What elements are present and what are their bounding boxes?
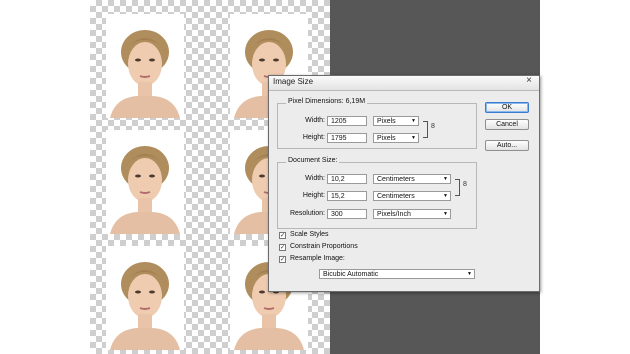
checkmark-icon: ✓: [280, 257, 286, 263]
doc-height-unit-select[interactable]: Centimeters ▼: [373, 191, 451, 201]
portrait-photo: [106, 246, 184, 350]
chevron-down-icon: ▼: [443, 193, 448, 199]
portrait-photo: [106, 14, 184, 118]
constrain-proportions-label: Constrain Proportions: [290, 243, 358, 250]
resolution-unit: Pixels/Inch: [377, 211, 411, 218]
constrain-proportions-checkbox[interactable]: ✓: [279, 244, 286, 251]
chevron-down-icon: ▼: [411, 118, 416, 124]
doc-width-field[interactable]: 10,2: [327, 174, 367, 184]
dialog-titlebar[interactable]: Image Size ×: [269, 75, 539, 91]
auto-button[interactable]: Auto...: [485, 140, 529, 151]
scale-styles-label: Scale Styles: [290, 231, 329, 238]
resolution-label: Resolution:: [289, 210, 325, 217]
pixel-width-unit: Pixels: [377, 118, 396, 125]
document-link-bracket: [455, 179, 460, 196]
chevron-down-icon: ▼: [443, 176, 448, 182]
close-icon[interactable]: ×: [526, 75, 532, 86]
pixel-height-label: Height:: [302, 134, 325, 141]
doc-width-unit: Centimeters: [377, 176, 415, 183]
chain-link-icon: 8: [431, 123, 435, 130]
portrait-photo: [106, 130, 184, 234]
resample-method-value: Bicubic Automatic: [323, 271, 379, 278]
resolution-unit-select[interactable]: Pixels/Inch ▼: [373, 209, 451, 219]
pixel-height-unit: Pixels: [377, 135, 396, 142]
doc-width-unit-select[interactable]: Centimeters ▼: [373, 174, 451, 184]
pixel-width-label: Width:: [305, 117, 325, 124]
dialog-title: Image Size: [273, 77, 314, 86]
ok-button[interactable]: OK: [485, 102, 529, 113]
chevron-down-icon: ▼: [411, 135, 416, 141]
pixel-width-unit-select[interactable]: Pixels ▼: [373, 116, 419, 126]
pixel-dimensions-label: Pixel Dimensions:: [288, 98, 344, 105]
doc-width-label: Width:: [305, 175, 325, 182]
doc-height-label: Height:: [302, 192, 325, 199]
pixel-dimensions-value: 6,19M: [345, 98, 366, 105]
scale-styles-checkbox[interactable]: ✓: [279, 232, 286, 239]
document-size-legend: Document Size:: [286, 157, 340, 164]
resample-image-label: Resample Image:: [290, 255, 345, 262]
doc-height-unit: Centimeters: [377, 193, 415, 200]
doc-height-field[interactable]: 15,2: [327, 191, 367, 201]
resolution-field[interactable]: 300: [327, 209, 367, 219]
cancel-button[interactable]: Cancel: [485, 119, 529, 130]
pixel-height-unit-select[interactable]: Pixels ▼: [373, 133, 419, 143]
image-size-dialog: Image Size × OK Cancel Auto... Pixel Dim…: [268, 75, 540, 292]
chevron-down-icon: ▼: [467, 271, 472, 277]
chevron-down-icon: ▼: [443, 211, 448, 217]
chain-link-icon: 8: [463, 181, 467, 188]
resample-image-checkbox[interactable]: ✓: [279, 256, 286, 263]
checkmark-icon: ✓: [280, 233, 286, 239]
pixel-width-field[interactable]: 1205: [327, 116, 367, 126]
pixel-height-field[interactable]: 1795: [327, 133, 367, 143]
pixel-link-bracket: [423, 121, 428, 138]
resample-method-select[interactable]: Bicubic Automatic ▼: [319, 269, 475, 279]
pixel-dimensions-legend: Pixel Dimensions: 6,19M: [286, 98, 368, 105]
checkmark-icon: ✓: [280, 245, 286, 251]
workspace: Image Size × OK Cancel Auto... Pixel Dim…: [0, 0, 630, 354]
